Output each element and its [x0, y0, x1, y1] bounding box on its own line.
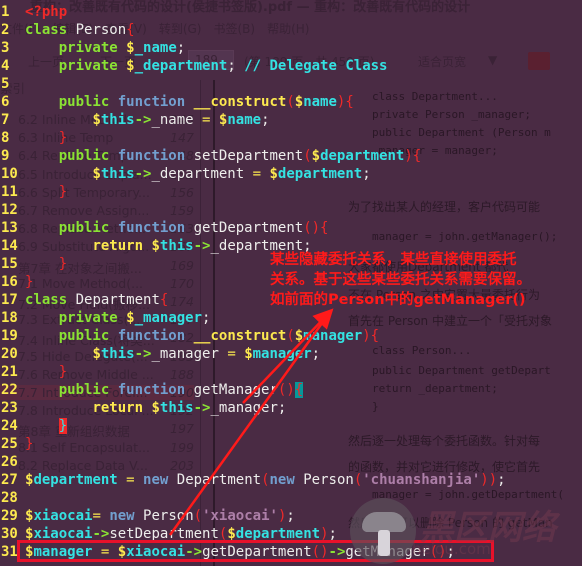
annotation-arrows [168, 308, 334, 536]
mushroom-stem-icon [378, 530, 390, 556]
arrow-from-line-31 [168, 311, 332, 536]
mushroom-cap-icon [362, 512, 406, 532]
watermark-url: heiqu.com [412, 540, 491, 558]
arrow-to-annotation [242, 308, 334, 404]
watermark-logo [350, 498, 416, 564]
